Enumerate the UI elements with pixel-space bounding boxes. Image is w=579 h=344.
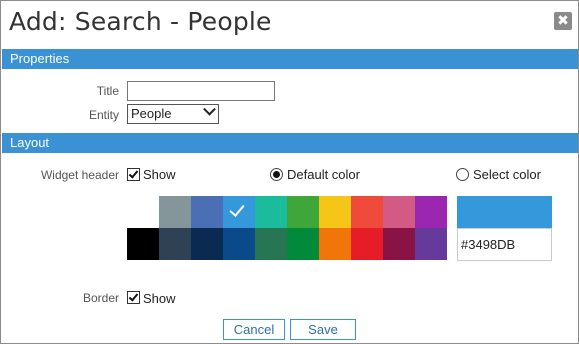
color-swatch[interactable] xyxy=(159,196,191,228)
border-label: Border xyxy=(82,291,119,305)
checkmark-icon xyxy=(128,168,139,179)
border-show-checkbox[interactable] xyxy=(127,291,140,304)
color-swatch[interactable] xyxy=(191,196,223,228)
color-swatch[interactable] xyxy=(383,196,415,228)
selected-check-icon xyxy=(229,201,245,217)
save-button[interactable]: Save xyxy=(290,319,356,340)
entity-select-value: People xyxy=(131,106,172,121)
dialog-title: Add: Search - People xyxy=(9,7,272,36)
color-swatch[interactable] xyxy=(351,196,383,228)
checkmark-icon xyxy=(128,291,139,302)
add-search-dialog: Add: Search - People ✖ Properties Title … xyxy=(0,0,579,344)
chevron-down-icon xyxy=(203,102,216,116)
color-swatch[interactable] xyxy=(127,228,159,260)
select-color-label: Select color xyxy=(473,167,541,182)
color-swatch[interactable] xyxy=(191,228,223,260)
color-swatch[interactable] xyxy=(287,196,319,228)
color-swatch[interactable] xyxy=(415,228,447,260)
color-swatch[interactable] xyxy=(223,228,255,260)
entity-select[interactable]: People xyxy=(127,102,219,124)
hex-color-input[interactable]: #3498DB xyxy=(457,228,552,261)
radio-selected-dot xyxy=(273,171,280,178)
title-input[interactable] xyxy=(127,81,275,101)
color-swatch[interactable] xyxy=(223,196,255,228)
default-color-radio[interactable] xyxy=(270,168,283,181)
widget-header-label: Widget header xyxy=(40,168,119,182)
close-icon[interactable]: ✖ xyxy=(554,12,572,30)
color-swatch[interactable] xyxy=(255,196,287,228)
color-preview xyxy=(457,196,552,228)
color-swatch[interactable] xyxy=(127,196,159,228)
default-color-label: Default color xyxy=(287,167,360,182)
color-swatch[interactable] xyxy=(415,196,447,228)
entity-label: Entity xyxy=(88,108,119,122)
color-swatch[interactable] xyxy=(319,228,351,260)
widget-header-show-label: Show xyxy=(143,167,176,182)
color-swatch[interactable] xyxy=(287,228,319,260)
color-swatch[interactable] xyxy=(255,228,287,260)
cancel-button[interactable]: Cancel xyxy=(223,319,285,340)
color-swatch[interactable] xyxy=(159,228,191,260)
color-swatch[interactable] xyxy=(383,228,415,260)
layout-section-header: Layout xyxy=(2,133,578,153)
select-color-radio[interactable] xyxy=(456,168,469,181)
title-label: Title xyxy=(96,84,119,98)
border-show-label: Show xyxy=(143,291,176,306)
color-swatch[interactable] xyxy=(319,196,351,228)
widget-header-show-checkbox[interactable] xyxy=(127,168,140,181)
properties-section-header: Properties xyxy=(2,49,578,69)
color-swatch[interactable] xyxy=(351,228,383,260)
